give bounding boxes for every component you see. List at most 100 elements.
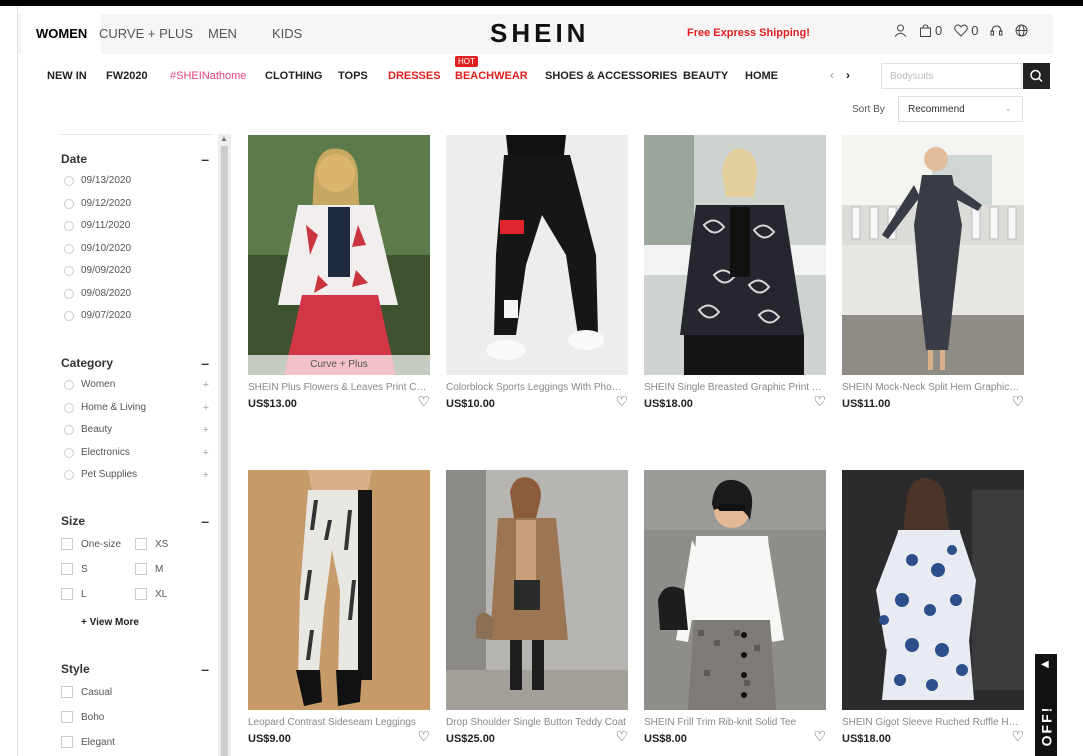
sort-select[interactable]: Recommend ⌄: [898, 96, 1023, 122]
heart-icon[interactable]: ♡: [813, 393, 826, 410]
product-title[interactable]: Colorblock Sports Leggings With Phone Po…: [446, 382, 626, 393]
promo-off-tab[interactable]: ◀ OFF!: [1035, 654, 1057, 756]
filter-title-size[interactable]: Size –: [61, 513, 213, 532]
filter-title-style[interactable]: Style –: [61, 661, 213, 680]
nav-sheinathome[interactable]: #SHEINathome: [170, 70, 246, 82]
caret-left-icon[interactable]: ◀: [1041, 659, 1049, 670]
heart-icon[interactable]: ♡: [615, 728, 628, 745]
category-option[interactable]: Electronics +: [61, 442, 213, 465]
product-card[interactable]: Curve + Plus SHEIN Plus Flowers & Leaves…: [248, 135, 430, 410]
expand-icon[interactable]: +: [203, 374, 209, 396]
date-option[interactable]: 09/08/2020: [61, 283, 213, 306]
filter-title-date[interactable]: Date –: [61, 151, 213, 170]
heart-icon[interactable]: ♡: [417, 393, 430, 410]
expand-icon[interactable]: +: [203, 442, 209, 464]
product-price: US$11.00: [842, 398, 891, 410]
search-button[interactable]: [1023, 63, 1050, 89]
product-card[interactable]: SHEIN Gigot Sleeve Ruched Ruffle Hem Dre…: [842, 470, 1024, 745]
nav-fw2020[interactable]: FW2020: [106, 70, 148, 82]
style-option[interactable]: Elegant: [61, 730, 213, 755]
filter-title-category[interactable]: Category –: [61, 355, 213, 374]
nav-clothing[interactable]: CLOTHING: [265, 70, 322, 82]
product-title[interactable]: Drop Shoulder Single Button Teddy Coat: [446, 717, 626, 728]
style-option[interactable]: Casual: [61, 680, 213, 705]
shein-logo[interactable]: SHEIN: [490, 18, 589, 49]
heart-icon[interactable]: ♡: [417, 728, 430, 745]
product-image[interactable]: [248, 470, 430, 710]
chevron-left-icon[interactable]: ‹: [830, 68, 834, 82]
product-title[interactable]: SHEIN Plus Flowers & Leaves Print Collar…: [248, 382, 428, 393]
category-option[interactable]: Beauty +: [61, 419, 213, 442]
collapse-icon[interactable]: –: [201, 355, 209, 371]
chevron-right-icon[interactable]: ›: [846, 68, 850, 82]
sidebar-scrollbar[interactable]: ▲: [218, 134, 231, 756]
wishlist-icon[interactable]: 0: [954, 23, 978, 38]
product-title[interactable]: SHEIN Gigot Sleeve Ruched Ruffle Hem Dre…: [842, 717, 1022, 728]
product-card[interactable]: Leopard Contrast Sideseam Leggings US$9.…: [248, 470, 430, 745]
bag-icon[interactable]: 0: [919, 23, 942, 38]
category-option[interactable]: Women +: [61, 374, 213, 397]
category-option[interactable]: Home & Living +: [61, 397, 213, 420]
date-option[interactable]: 09/11/2020: [61, 215, 213, 238]
tab-men[interactable]: MEN: [194, 14, 251, 54]
product-title[interactable]: SHEIN Mock-Neck Split Hem Graphic Dress: [842, 382, 1022, 393]
product-image[interactable]: [644, 135, 826, 375]
size-option[interactable]: S: [61, 562, 135, 577]
size-option[interactable]: XS: [135, 537, 209, 552]
date-option[interactable]: 09/13/2020: [61, 170, 213, 193]
product-title[interactable]: SHEIN Frill Trim Rib-knit Solid Tee: [644, 717, 824, 728]
expand-icon[interactable]: +: [203, 397, 209, 419]
scroll-thumb[interactable]: [221, 146, 228, 756]
nav-home[interactable]: HOME: [745, 70, 778, 82]
date-option[interactable]: 09/09/2020: [61, 260, 213, 283]
tab-kids[interactable]: KIDS: [258, 14, 316, 54]
nav-dresses[interactable]: DRESSES: [388, 70, 441, 82]
product-price: US$10.00: [446, 398, 495, 410]
product-card[interactable]: Drop Shoulder Single Button Teddy Coat U…: [446, 470, 628, 745]
size-option[interactable]: One-size: [61, 537, 135, 552]
style-option[interactable]: Boho: [61, 705, 213, 730]
product-image[interactable]: [842, 135, 1024, 375]
expand-icon[interactable]: +: [203, 419, 209, 441]
product-image[interactable]: [644, 470, 826, 710]
product-card[interactable]: SHEIN Mock-Neck Split Hem Graphic Dress …: [842, 135, 1024, 410]
product-title[interactable]: Leopard Contrast Sideseam Leggings: [248, 717, 428, 728]
heart-icon[interactable]: ♡: [1011, 393, 1024, 410]
size-option[interactable]: XL: [135, 587, 209, 602]
heart-icon[interactable]: ♡: [813, 728, 826, 745]
product-image[interactable]: [446, 470, 628, 710]
heart-icon[interactable]: ♡: [615, 393, 628, 410]
product-image[interactable]: Curve + Plus: [248, 135, 430, 375]
product-image[interactable]: [446, 135, 628, 375]
nav-beachwear[interactable]: BEACHWEAR: [455, 70, 528, 82]
size-option[interactable]: M: [135, 562, 209, 577]
collapse-icon[interactable]: –: [201, 513, 209, 529]
date-option[interactable]: 09/12/2020: [61, 193, 213, 216]
nav-shoes-accessories[interactable]: SHOES & ACCESSORIES: [545, 70, 677, 82]
user-icon[interactable]: [894, 24, 907, 37]
search-input[interactable]: Bodysuits: [881, 63, 1022, 89]
category-nav: NEW IN FW2020 #SHEINathome CLOTHING TOPS…: [18, 54, 1053, 98]
collapse-icon[interactable]: –: [201, 661, 209, 677]
product-image[interactable]: [842, 470, 1024, 710]
nav-beauty[interactable]: BEAUTY: [683, 70, 728, 82]
heart-icon[interactable]: ♡: [1011, 728, 1024, 745]
nav-new-in[interactable]: NEW IN: [47, 70, 87, 82]
tab-curve-plus[interactable]: CURVE + PLUS: [85, 14, 207, 54]
support-icon[interactable]: [990, 24, 1003, 37]
globe-icon[interactable]: [1015, 24, 1028, 37]
collapse-icon[interactable]: –: [201, 151, 209, 167]
date-option[interactable]: 09/07/2020: [61, 305, 213, 328]
product-card[interactable]: SHEIN Frill Trim Rib-knit Solid Tee US$8…: [644, 470, 826, 745]
product-card[interactable]: Colorblock Sports Leggings With Phone Po…: [446, 135, 628, 410]
size-option[interactable]: L: [61, 587, 135, 602]
product-title[interactable]: SHEIN Single Breasted Graphic Print Twee…: [644, 382, 824, 393]
scroll-up-icon[interactable]: ▲: [220, 134, 228, 143]
product-card[interactable]: SHEIN Single Breasted Graphic Print Twee…: [644, 135, 826, 410]
category-option[interactable]: Pet Supplies +: [61, 464, 213, 487]
view-more-link[interactable]: + View More: [81, 617, 213, 628]
shipping-promo[interactable]: Free Express Shipping!: [687, 27, 810, 39]
expand-icon[interactable]: +: [203, 464, 209, 486]
nav-tops[interactable]: TOPS: [338, 70, 368, 82]
date-option[interactable]: 09/10/2020: [61, 238, 213, 261]
